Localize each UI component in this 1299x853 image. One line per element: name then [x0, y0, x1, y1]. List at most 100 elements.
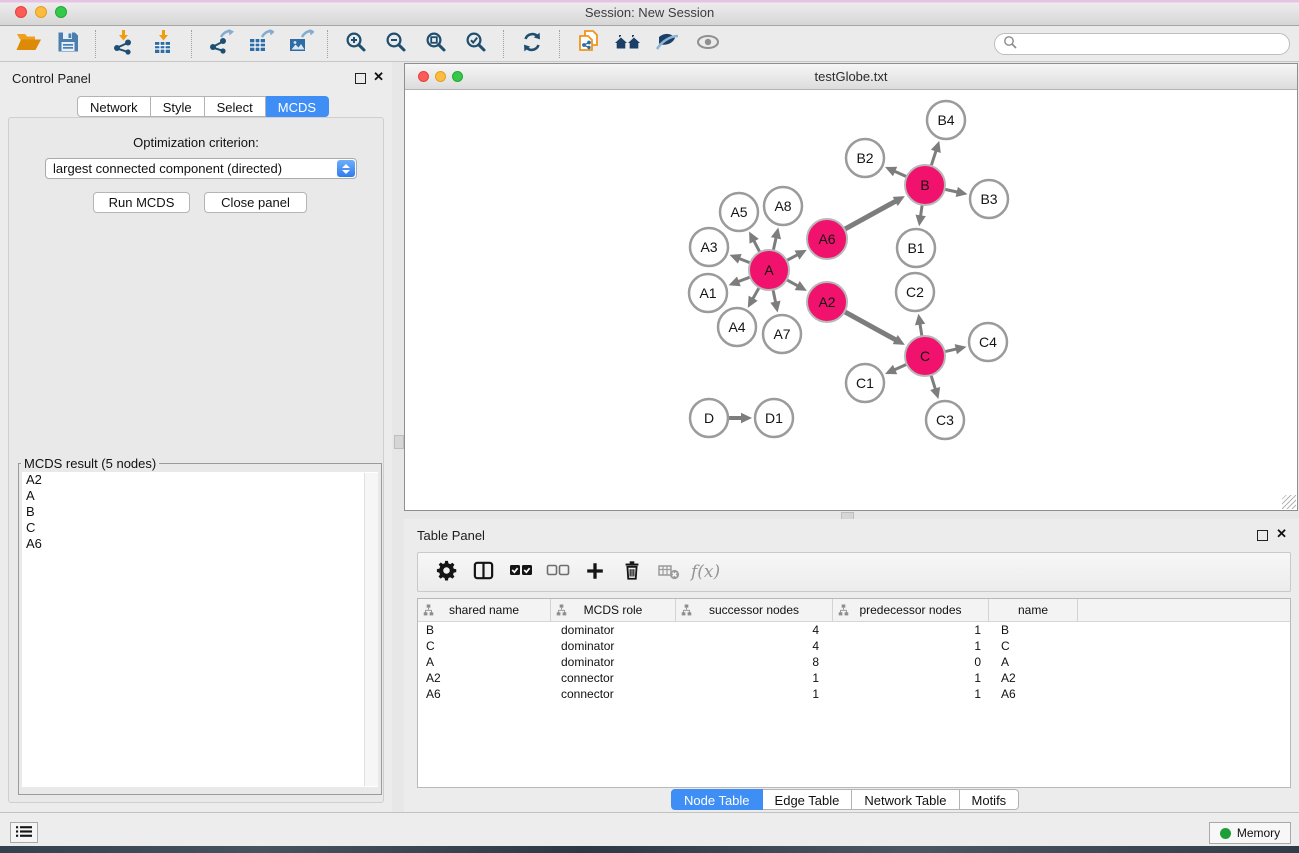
tab-network-table[interactable]: Network Table [852, 789, 959, 810]
select-all-button[interactable] [502, 556, 539, 588]
tab-network[interactable]: Network [77, 96, 151, 117]
table-cell[interactable]: C [989, 639, 1078, 653]
run-mcds-button[interactable]: Run MCDS [93, 192, 190, 213]
table-cell[interactable]: dominator [551, 639, 676, 653]
graph-edge-A-A7[interactable] [773, 290, 776, 304]
graph-edge-A-A6[interactable] [787, 254, 799, 260]
column-header-shared-name[interactable]: shared name [418, 599, 551, 621]
delete-table-button-disabled[interactable] [650, 556, 687, 588]
title-bar[interactable]: Session: New Session [0, 0, 1299, 26]
search-input[interactable] [1017, 36, 1289, 52]
function-builder-button[interactable]: f(x) [691, 562, 720, 582]
close-panel-icon[interactable]: ✕ [1276, 527, 1287, 540]
home-button[interactable] [608, 28, 648, 60]
criterion-select[interactable]: largest connected component (directed) [45, 158, 357, 179]
export-table-button[interactable] [240, 28, 280, 60]
table-cell[interactable]: 8 [676, 655, 833, 669]
tab-style[interactable]: Style [151, 96, 205, 117]
table-options-button[interactable] [428, 556, 465, 588]
zoom-selected-button[interactable] [456, 28, 496, 60]
table-row[interactable]: Cdominator41C [418, 638, 1290, 654]
zoom-fit-button[interactable] [416, 28, 456, 60]
close-panel-icon[interactable]: ✕ [373, 70, 384, 83]
table-cell[interactable]: 4 [676, 623, 833, 637]
graph-edge-B-B3[interactable] [945, 189, 959, 192]
refresh-button[interactable] [512, 28, 552, 60]
table-cell[interactable]: 0 [833, 655, 989, 669]
network-zoom-button[interactable] [452, 71, 463, 82]
result-item[interactable]: B [22, 504, 378, 520]
network-window[interactable]: testGlobe.txt B4B2BB3A8A5A6A3B1AA1C2A2A4… [404, 63, 1298, 511]
graph-edge-A6-B[interactable] [845, 201, 897, 230]
tab-motifs[interactable]: Motifs [960, 789, 1020, 810]
table-cell[interactable]: 1 [833, 639, 989, 653]
graph-edge-B-B2[interactable] [894, 171, 907, 177]
result-item[interactable]: A6 [22, 536, 378, 552]
node-table[interactable]: shared nameMCDS rolesuccessor nodesprede… [417, 598, 1291, 788]
unselect-all-button[interactable] [539, 556, 576, 588]
tab-mcds[interactable]: MCDS [266, 96, 329, 117]
table-cell[interactable]: B [418, 623, 551, 637]
graph-edge-A-A2[interactable] [787, 280, 799, 287]
table-row[interactable]: Adominator80A [418, 654, 1290, 670]
network-canvas[interactable]: B4B2BB3A8A5A6A3B1AA1C2A2A4A7C4CC1C3DD1 [405, 90, 1297, 510]
graph-edge-A2-C[interactable] [845, 312, 897, 341]
column-header-name[interactable]: name [989, 599, 1078, 621]
graph-edge-B-B1[interactable] [920, 205, 922, 217]
add-column-button[interactable] [576, 556, 613, 588]
import-network-button[interactable] [104, 28, 144, 60]
tab-node-table[interactable]: Node Table [671, 789, 763, 810]
vertical-splitter-grip[interactable] [394, 435, 404, 449]
float-panel-icon[interactable] [355, 73, 366, 84]
memory-button[interactable]: Memory [1209, 822, 1291, 844]
resize-grip-icon[interactable] [1282, 495, 1296, 509]
graph-edge-A-A5[interactable] [753, 240, 759, 252]
table-cell[interactable]: 1 [833, 671, 989, 685]
graph-edge-C-C2[interactable] [920, 323, 922, 336]
graph-edge-C-C1[interactable] [894, 364, 907, 370]
table-cell[interactable]: A2 [989, 671, 1078, 685]
show-columns-button[interactable] [465, 556, 502, 588]
graph-edge-A-A4[interactable] [752, 287, 759, 299]
network-close-button[interactable] [418, 71, 429, 82]
table-cell[interactable]: connector [551, 687, 676, 701]
network-window-titlebar[interactable]: testGlobe.txt [405, 64, 1297, 90]
result-item[interactable]: A [22, 488, 378, 504]
table-cell[interactable]: 1 [833, 687, 989, 701]
result-item[interactable]: A2 [22, 472, 378, 488]
table-cell[interactable]: 1 [833, 623, 989, 637]
mcds-result-list[interactable]: A2ABCA6 [22, 472, 378, 787]
table-cell[interactable]: A6 [989, 687, 1078, 701]
result-scrollbar[interactable] [364, 473, 378, 786]
window-zoom-button[interactable] [55, 6, 67, 18]
graph-edge-C-C4[interactable] [945, 349, 958, 352]
zoom-in-button[interactable] [336, 28, 376, 60]
graph-edge-A-A1[interactable] [737, 277, 750, 282]
table-row[interactable]: A6connector11A6 [418, 686, 1290, 702]
window-close-button[interactable] [15, 6, 27, 18]
tab-edge-table[interactable]: Edge Table [763, 789, 853, 810]
duplicate-network-button[interactable] [568, 28, 608, 60]
column-header-successor-nodes[interactable]: successor nodes [676, 599, 833, 621]
table-cell[interactable]: connector [551, 671, 676, 685]
table-cell[interactable]: C [418, 639, 551, 653]
result-item[interactable]: C [22, 520, 378, 536]
graph-edge-A-A8[interactable] [773, 237, 776, 251]
table-cell[interactable]: A6 [418, 687, 551, 701]
table-cell[interactable]: A [989, 655, 1078, 669]
save-session-button[interactable] [48, 28, 88, 60]
table-cell[interactable]: dominator [551, 623, 676, 637]
table-row[interactable]: Bdominator41B [418, 622, 1290, 638]
table-cell[interactable]: B [989, 623, 1078, 637]
table-row[interactable]: A2connector11A2 [418, 670, 1290, 686]
table-cell[interactable]: 4 [676, 639, 833, 653]
show-graphics-details-button[interactable] [688, 28, 728, 60]
export-image-button[interactable] [280, 28, 320, 60]
tab-select[interactable]: Select [205, 96, 266, 117]
table-cell[interactable]: A2 [418, 671, 551, 685]
table-cell[interactable]: A [418, 655, 551, 669]
zoom-out-button[interactable] [376, 28, 416, 60]
column-header-predecessor-nodes[interactable]: predecessor nodes [833, 599, 989, 621]
delete-columns-button[interactable] [613, 556, 650, 588]
network-minimize-button[interactable] [435, 71, 446, 82]
